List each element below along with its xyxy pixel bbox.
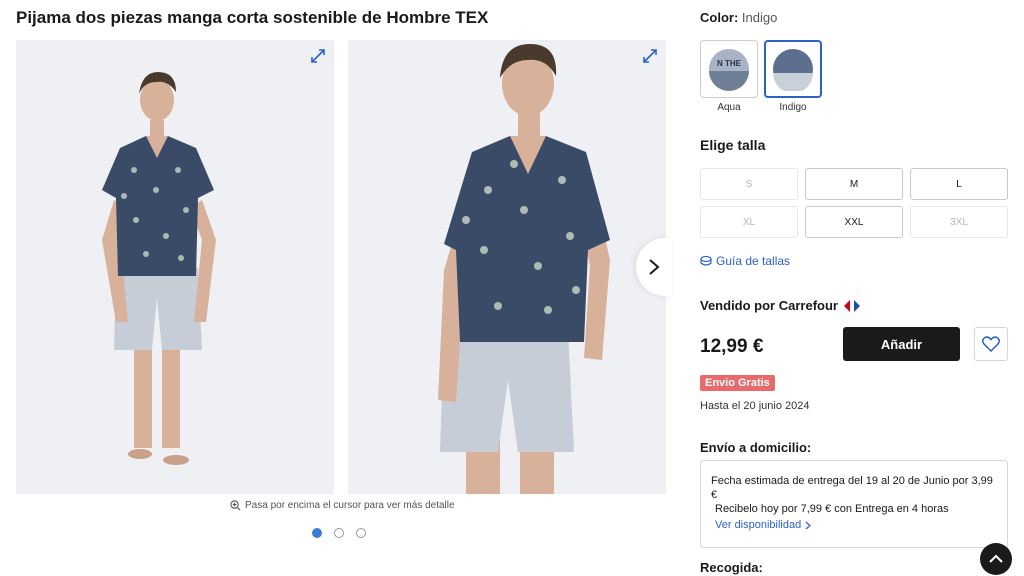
- product-photo-full-body[interactable]: [16, 40, 334, 494]
- chevron-right-icon: [649, 259, 660, 275]
- measuring-tape-icon: [700, 255, 712, 266]
- zoom-hint-text: Pasa por encima el cursor para ver más d…: [245, 500, 455, 511]
- check-availability-label: Ver disponibilidad: [715, 519, 802, 531]
- favorite-button[interactable]: [974, 327, 1008, 361]
- color-swatch-aqua[interactable]: N THE: [700, 40, 758, 98]
- color-value: Indigo: [741, 10, 778, 25]
- product-title: Pijama dos piezas manga corta sostenible…: [16, 8, 489, 27]
- gallery-dot-2[interactable]: [334, 528, 344, 538]
- size-option-s[interactable]: S: [700, 168, 798, 200]
- size-option-xl[interactable]: XL: [700, 206, 798, 238]
- indigo-swatch-image: [773, 49, 813, 91]
- zoom-in-icon: [230, 500, 241, 511]
- delivery-estimate: Fecha estimada de entrega del 19 al 20 d…: [711, 475, 993, 501]
- carrefour-logo-icon: [843, 299, 860, 312]
- aqua-swatch-image: N THE: [709, 49, 749, 91]
- zoom-hint: Pasa por encima el cursor para ver más d…: [230, 500, 455, 511]
- pickup-title: Recogida:: [700, 560, 763, 575]
- home-delivery-box: Fecha estimada de entrega del 19 al 20 d…: [700, 460, 1008, 548]
- express-delivery: Recibelo hoy por 7,99 € con Entrega en 4…: [715, 503, 949, 515]
- swatch-label-aqua: Aqua: [717, 102, 741, 113]
- model-full-body-image: [16, 40, 334, 494]
- expand-icon[interactable]: [310, 48, 326, 64]
- add-to-cart-button[interactable]: Añadir: [843, 327, 960, 361]
- seller-text: Vendido por Carrefour: [700, 298, 838, 313]
- chevron-up-icon: [989, 554, 1003, 563]
- free-shipping-badge: Envio Gratis: [700, 375, 775, 391]
- check-availability-link[interactable]: Ver disponibilidad: [715, 519, 812, 531]
- seller-info: Vendido por Carrefour: [700, 298, 862, 313]
- swatch-label-indigo: Indigo: [779, 102, 807, 113]
- size-guide-link[interactable]: Guía de tallas: [700, 254, 790, 268]
- gallery-dot-3[interactable]: [356, 528, 366, 538]
- color-label: Color:: [700, 10, 739, 25]
- color-selection: Color: Indigo: [700, 10, 777, 25]
- heart-icon: [982, 336, 1000, 352]
- gallery-pagination: [312, 528, 366, 538]
- model-close-up-image: [348, 40, 666, 494]
- size-guide-label: Guía de tallas: [716, 254, 791, 268]
- gallery-dot-1[interactable]: [312, 528, 322, 538]
- delivery-until: Hasta el 20 junio 2024: [700, 400, 810, 412]
- size-option-xxl[interactable]: XXL: [805, 206, 903, 238]
- size-option-3xl[interactable]: 3XL: [910, 206, 1008, 238]
- color-swatch-indigo[interactable]: [764, 40, 822, 98]
- product-price: 12,99 €: [700, 336, 764, 357]
- chevron-right-icon: [805, 521, 812, 529]
- product-photo-close-up[interactable]: [348, 40, 666, 494]
- size-option-l[interactable]: L: [910, 168, 1008, 200]
- home-delivery-title: Envío a domicilio:: [700, 440, 812, 455]
- size-title: Elige talla: [700, 137, 766, 153]
- expand-icon[interactable]: [642, 48, 658, 64]
- aqua-swatch-print-text: N THE: [717, 59, 742, 68]
- scroll-to-top-button[interactable]: [980, 543, 1012, 575]
- size-option-m[interactable]: M: [805, 168, 903, 200]
